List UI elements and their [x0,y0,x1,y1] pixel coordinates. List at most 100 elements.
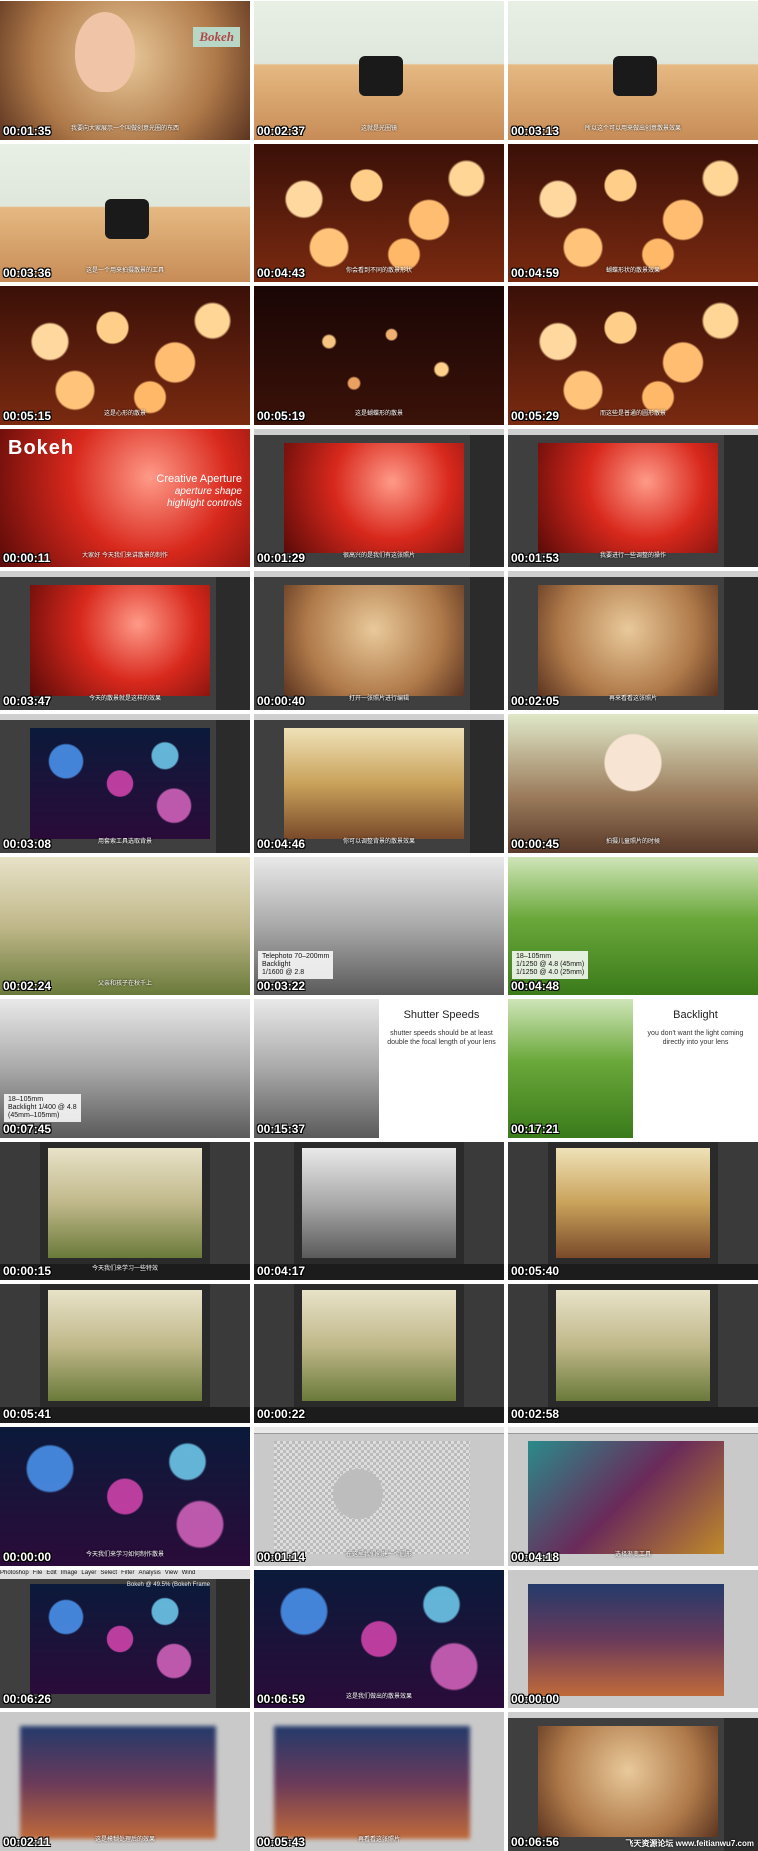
video-frame-tile[interactable]: 所以这个可以用来做出创意散景效果 00:03:13 [508,1,758,140]
document-canvas [30,585,210,696]
video-frame-tile[interactable]: 飞天资源论坛 www.feitianwu7.com 00:06:56 [508,1712,758,1851]
video-frame-tile[interactable]: 蝴蝶形状的散景效果 00:04:59 [508,143,758,283]
title-aperture-shape: aperture shape [174,485,242,497]
slide-title: Backlight [673,1009,718,1022]
panels [470,577,504,710]
video-frame-tile[interactable]: 00:04:17 [254,1141,504,1281]
panels [470,434,504,568]
video-frame-tile[interactable]: 而这些是普通的圆形散景 00:05:29 [508,286,758,425]
video-frame-tile[interactable]: Bokeh Creative Aperture aperture shape high… [0,428,250,568]
timestamp: 00:05:15 [3,408,52,423]
document-canvas [284,585,464,696]
menu-item[interactable]: Photoshop [0,1570,29,1576]
timestamp: 00:06:26 [3,1692,52,1707]
document-canvas [538,442,718,554]
photoshop-menubar: Photoshop File Edit Image Layer Select Filter A… [0,1569,250,1579]
video-frame-tile[interactable]: 选择渐变工具 00:04:18 [508,1426,758,1566]
menu-item[interactable]: Edit [46,1570,56,1576]
timestamp: 00:04:18 [511,1549,560,1564]
menu-item[interactable]: Select [100,1570,117,1576]
timestamp: 00:00:15 [3,1264,52,1279]
video-frame-tile[interactable]: Bokeh 我要向大家展示一个叫做创意光圈的东西 00:01:35 [0,1,250,140]
menu-item[interactable]: Analysis [138,1570,160,1576]
document-canvas [538,585,718,696]
photo-canvas [20,1726,216,1839]
video-frame-tile[interactable]: 你会看到不同的散景形状 00:04:43 [254,143,504,283]
video-frame-tile[interactable]: 打开一张照片进行编辑 00:00:40 [254,571,504,710]
video-frame-tile[interactable]: 00:05:41 [0,1284,250,1423]
timestamp: 00:03:36 [3,266,52,281]
video-frame-tile[interactable]: 今天我们来学习一些特效 00:00:15 [0,1141,250,1281]
lens-photo [613,56,657,97]
video-frame-tile[interactable]: 用套索工具选取背景 00:03:08 [0,713,250,853]
video-frame-tile[interactable]: 今天的散景就是这样的效果 00:03:47 [0,571,250,710]
menu-item[interactable]: File [33,1570,43,1576]
timestamp: 00:02:58 [511,1406,560,1421]
timestamp: 00:03:47 [3,693,52,708]
bokeh-book-title: Bokeh [193,27,240,47]
video-frame-tile[interactable]: 这是蝴蝶形的散景 00:05:19 [254,286,504,425]
timestamp: 00:04:46 [257,836,306,851]
title-highlight-controls: highlight controls [166,497,242,509]
app-menubar [0,713,250,720]
panels [470,719,504,853]
document-canvas [274,1440,470,1554]
app-menubar [254,428,504,435]
document-canvas [284,727,464,839]
timestamp: 00:02:05 [511,693,560,708]
document-canvas [30,727,210,839]
video-frame-tile[interactable]: Backlight you don't want the light coming… [508,999,758,1138]
video-frame-tile[interactable]: 这是一个用来拍摄散景的工具 00:03:36 [0,143,250,283]
timestamp: 00:05:43 [257,1834,306,1849]
video-frame-tile[interactable]: Photoshop File Edit Image Layer Select Filter A… [0,1569,250,1709]
slide-body: shutter speeds should be at least double… [387,1030,496,1047]
video-frame-tile[interactable]: 再来看看这张照片 00:02:05 [508,571,758,710]
left-panel [0,1141,40,1265]
slide-panel: Backlight you don't want the light coming… [633,999,758,1138]
timestamp: 00:03:22 [257,979,306,994]
video-frame-tile[interactable]: 父亲和孩子在秋千上 00:02:24 [0,856,250,996]
site-watermark: 飞天资源论坛 www.feitianwu7.com [625,1838,754,1848]
video-frame-tile[interactable]: 这是模糊处理后的效果 00:02:11 [0,1712,250,1851]
video-frame-tile[interactable]: 00:00:00 [508,1569,758,1709]
photo-canvas [274,1726,470,1839]
app-menubar [0,571,250,578]
video-frame-tile[interactable]: 我要进行一些调整的操作 00:01:53 [508,428,758,568]
video-frame-tile[interactable]: 00:05:40 [508,1141,758,1281]
video-frame-tile[interactable]: Telephoto 70–200mm Backlight 1/1600 @ 2.… [254,856,504,996]
contact-sheet: Bokeh 我要向大家展示一个叫做创意光圈的东西 00:01:35 这就是光圈镜 00:… [0,0,758,1851]
slide-body: you don't want the light coming directly… [647,1030,744,1047]
timestamp: 00:01:53 [511,551,560,566]
video-frame-tile[interactable]: 这是心形的散景 00:05:15 [0,286,250,425]
video-frame-tile[interactable]: 00:02:58 [508,1284,758,1423]
app-menubar [254,713,504,720]
right-panel [210,1284,250,1407]
menu-item[interactable]: Filter [121,1570,134,1576]
video-frame-tile[interactable]: 00:00:22 [254,1284,504,1423]
menu-item[interactable]: View [165,1570,178,1576]
menu-item[interactable]: Wind [182,1570,196,1576]
video-frame-tile[interactable]: 18–105mm Backlight 1/400 @ 4.8 (45mm–105… [0,999,250,1138]
video-frame-tile[interactable]: 这是我们做出的散景效果 00:06:59 [254,1569,504,1709]
timestamp: 00:00:11 [3,551,51,566]
timestamp: 00:04:59 [511,266,560,281]
slide-panel: Shutter Speeds shutter speeds should be a… [379,999,504,1138]
left-panel [0,1284,40,1407]
video-frame-tile[interactable]: 你可以调整背景的散景效果 00:04:46 [254,713,504,853]
panels [724,1718,758,1851]
timestamp: 00:00:00 [511,1692,560,1707]
video-frame-tile[interactable]: 很高兴的是我们有这张照片 00:01:29 [254,428,504,568]
menu-item[interactable]: Layer [81,1570,96,1576]
video-frame-tile[interactable]: 拍摄儿童照片的时候 00:00:45 [508,713,758,853]
menu-item[interactable]: Image [61,1570,78,1576]
photo-exif-caption: 18–105mm Backlight 1/400 @ 4.8 (45mm–105… [4,1093,81,1122]
video-frame-tile[interactable]: Shutter Speeds shutter speeds should be a… [254,999,504,1138]
presenter-face [75,12,135,93]
video-frame-tile[interactable]: 这就是光圈镜 00:02:37 [254,1,504,140]
video-frame-tile[interactable]: 18–105mm 1/1250 @ 4.8 (45mm) 1/1250 @ 4.… [508,856,758,996]
timestamp: 00:05:19 [257,408,306,423]
video-frame-tile[interactable]: 再看看这张照片 00:05:43 [254,1712,504,1851]
video-frame-tile[interactable]: 今天我们来学习如何制作散景 00:00:00 [0,1426,250,1566]
video-frame-tile[interactable]: 在这里我们创建一个圆形 00:01:14 [254,1426,504,1566]
timestamp: 00:15:37 [257,1121,306,1136]
